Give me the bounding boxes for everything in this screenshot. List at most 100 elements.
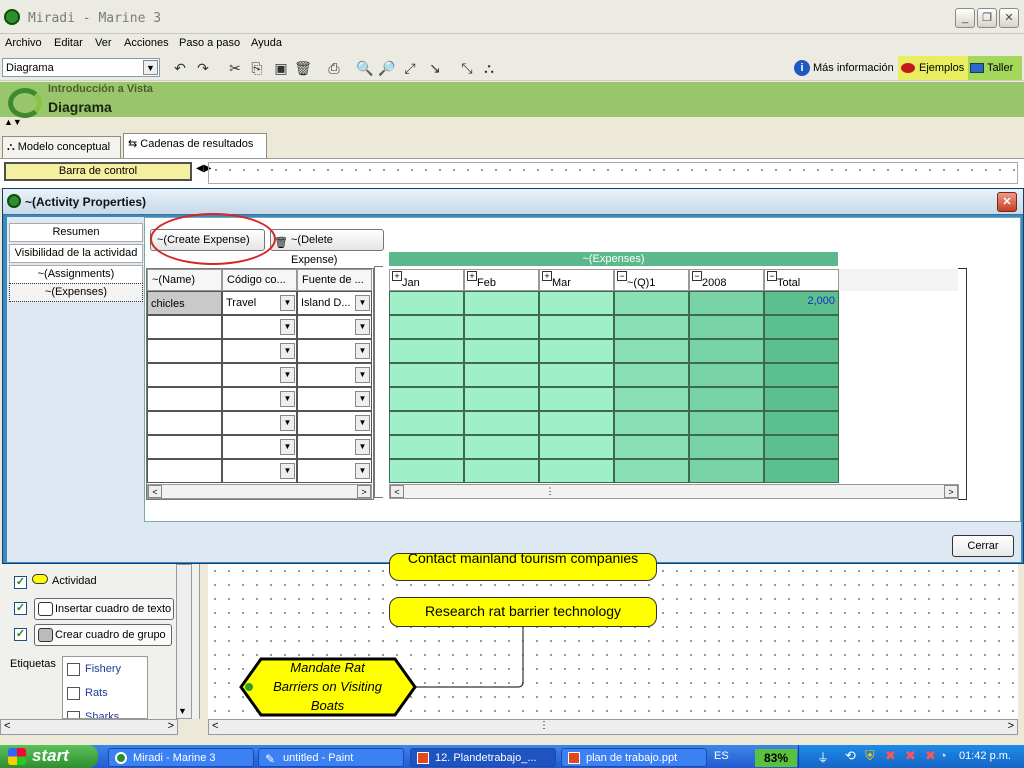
funding-source-select[interactable]: Island D... ▼ bbox=[297, 291, 372, 315]
clock-tray-icon[interactable]: ◔ bbox=[939, 748, 947, 763]
funding-source-select[interactable]: ▼ bbox=[297, 339, 372, 363]
expense-name-cell[interactable] bbox=[147, 411, 222, 435]
legend-hscrollbar[interactable]: < > bbox=[0, 719, 178, 735]
undo-icon[interactable]: ↶ bbox=[171, 59, 189, 77]
expense-amount-cell[interactable] bbox=[764, 363, 839, 387]
tab-modelo-conceptual[interactable]: ⛬ Modelo conceptual bbox=[2, 136, 121, 158]
expand-icon[interactable]: + bbox=[467, 271, 477, 281]
expense-amount-cell[interactable]: 2,000 bbox=[764, 291, 839, 315]
view-select[interactable]: Diagrama ▼ bbox=[2, 58, 160, 77]
account-code-select[interactable]: ▼ bbox=[222, 387, 297, 411]
scroll-left-icon[interactable]: < bbox=[390, 485, 404, 498]
expense-amount-cell[interactable] bbox=[389, 435, 464, 459]
expense-amount-cell[interactable] bbox=[764, 387, 839, 411]
scroll-right-icon[interactable]: > bbox=[1008, 720, 1014, 732]
expense-amount-cell[interactable] bbox=[689, 363, 764, 387]
expand-icon[interactable]: + bbox=[392, 271, 402, 281]
expense-amount-cell[interactable] bbox=[539, 459, 614, 483]
scroll-right-icon[interactable]: > bbox=[357, 485, 371, 498]
chevron-down-icon[interactable]: ▼ bbox=[355, 415, 370, 431]
start-button[interactable]: start bbox=[0, 745, 98, 768]
expense-amount-cell[interactable] bbox=[614, 411, 689, 435]
funding-source-select[interactable]: ▼ bbox=[297, 315, 372, 339]
expense-amount-cell[interactable] bbox=[614, 459, 689, 483]
nav-assignments[interactable]: ~(Assignments) bbox=[9, 265, 143, 284]
collapse-icon[interactable]: − bbox=[767, 271, 777, 281]
collapse-toggle-icon[interactable]: ▲▼ bbox=[4, 117, 22, 127]
nav-resumen[interactable]: Resumen bbox=[9, 223, 143, 242]
col-name[interactable]: ~(Name) bbox=[147, 269, 222, 291]
restore-button[interactable]: ❐ bbox=[977, 8, 997, 28]
scroll-left-icon[interactable]: < bbox=[4, 720, 10, 732]
expense-amount-cell[interactable] bbox=[689, 315, 764, 339]
expense-amount-cell[interactable] bbox=[464, 459, 539, 483]
canvas-hscrollbar[interactable]: < ⋮ > bbox=[208, 719, 1018, 735]
expense-amount-cell[interactable] bbox=[539, 291, 614, 315]
scroll-down-icon[interactable]: ▼ bbox=[178, 706, 187, 716]
expense-amount-cell[interactable] bbox=[689, 435, 764, 459]
expense-amount-cell[interactable] bbox=[764, 435, 839, 459]
expense-amount-cell[interactable] bbox=[689, 411, 764, 435]
expense-amount-cell[interactable] bbox=[539, 339, 614, 363]
nav-visibilidad[interactable]: Visibilidad de la actividad bbox=[9, 244, 143, 263]
scroll-left-icon[interactable]: < bbox=[212, 720, 218, 732]
power-plug-icon[interactable]: ⏚ bbox=[817, 749, 829, 766]
tag-checkbox-sharks[interactable] bbox=[67, 711, 80, 718]
mas-informacion-button[interactable]: i Más información bbox=[794, 58, 894, 78]
cut-icon[interactable]: ✂ bbox=[226, 59, 244, 77]
taller-button[interactable]: Taller bbox=[968, 56, 1022, 80]
chevron-down-icon[interactable]: ▼ bbox=[355, 295, 370, 311]
delete-icon[interactable]: 🗑 bbox=[294, 59, 312, 77]
menu-ver[interactable]: Ver bbox=[95, 37, 112, 49]
expense-amount-cell[interactable] bbox=[539, 387, 614, 411]
zoom-out-icon[interactable]: 🔎 bbox=[378, 59, 396, 77]
expense-amount-cell[interactable] bbox=[539, 315, 614, 339]
tab-cadenas-de-resultados[interactable]: ⇆ Cadenas de resultados bbox=[123, 133, 267, 158]
task-miradi[interactable]: Miradi - Marine 3 bbox=[108, 748, 254, 767]
expense-name-cell[interactable] bbox=[147, 315, 222, 339]
menu-archivo[interactable]: Archivo bbox=[5, 37, 42, 49]
chevron-down-icon[interactable]: ▼ bbox=[280, 439, 295, 455]
chevron-down-icon[interactable]: ▼ bbox=[143, 60, 158, 75]
account-code-select[interactable]: ▼ bbox=[222, 411, 297, 435]
tag-sharks[interactable]: Sharks bbox=[85, 711, 119, 718]
account-code-select[interactable]: ▼ bbox=[222, 339, 297, 363]
network-icon[interactable]: ⟲ bbox=[845, 748, 856, 764]
expense-amount-cell[interactable] bbox=[689, 291, 764, 315]
clock[interactable]: 01:42 p.m. bbox=[959, 750, 1011, 762]
expand-icon[interactable]: + bbox=[542, 271, 552, 281]
menu-acciones[interactable]: Acciones bbox=[124, 37, 169, 49]
pointer-icon[interactable]: ↘ bbox=[426, 59, 444, 77]
expense-amount-cell[interactable] bbox=[689, 339, 764, 363]
right-table-hscrollbar[interactable]: < ⋮ > bbox=[389, 484, 959, 499]
left-table-hscrollbar[interactable]: < > bbox=[147, 484, 372, 499]
insert-textbox-button[interactable]: Insertar cuadro de texto bbox=[34, 598, 174, 620]
expense-amount-cell[interactable] bbox=[464, 387, 539, 411]
expense-amount-cell[interactable] bbox=[389, 459, 464, 483]
expense-name-cell[interactable] bbox=[147, 459, 222, 483]
chevron-down-icon[interactable]: ▼ bbox=[355, 439, 370, 455]
fit-icon[interactable]: ⤢ bbox=[401, 59, 419, 77]
period-header[interactable]: −~(Q)1 bbox=[614, 269, 689, 291]
account-code-select[interactable]: ▼ bbox=[222, 435, 297, 459]
funding-source-select[interactable]: ▼ bbox=[297, 411, 372, 435]
close-window-button[interactable]: ✕ bbox=[999, 8, 1019, 28]
chevron-down-icon[interactable]: ▼ bbox=[355, 367, 370, 383]
chevron-down-icon[interactable]: ▼ bbox=[280, 295, 295, 311]
cerrar-button[interactable]: Cerrar bbox=[952, 535, 1014, 557]
security-shield-icon[interactable]: ⛨ bbox=[865, 748, 875, 764]
expense-amount-cell[interactable] bbox=[464, 315, 539, 339]
network-disconnected-icon-2[interactable]: ✖ bbox=[905, 748, 916, 764]
battery-indicator[interactable]: 83% bbox=[755, 749, 797, 767]
task-paint[interactable]: ✎ untitled - Paint bbox=[258, 748, 404, 767]
expense-name-cell[interactable] bbox=[147, 339, 222, 363]
tag-fishery[interactable]: Fishery bbox=[85, 663, 121, 675]
expense-amount-cell[interactable] bbox=[614, 363, 689, 387]
expense-amount-cell[interactable] bbox=[614, 291, 689, 315]
funding-source-select[interactable]: ▼ bbox=[297, 435, 372, 459]
collapse-icon[interactable]: − bbox=[692, 271, 702, 281]
legend-checkbox-activity[interactable]: ✓ bbox=[14, 576, 27, 589]
expense-amount-cell[interactable] bbox=[389, 339, 464, 363]
expense-amount-cell[interactable] bbox=[689, 387, 764, 411]
menu-editar[interactable]: Editar bbox=[54, 37, 83, 49]
